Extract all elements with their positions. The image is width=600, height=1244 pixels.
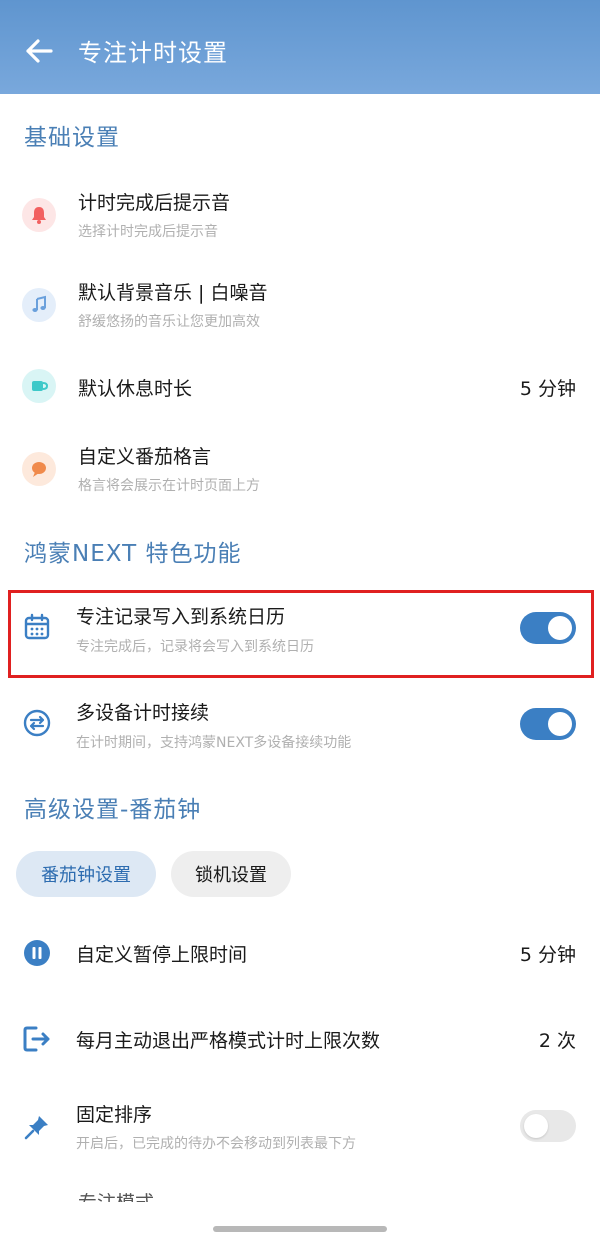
coffee-cup-icon xyxy=(22,369,56,403)
bell-icon xyxy=(22,198,56,232)
toggle-knob xyxy=(548,712,572,736)
exit-icon xyxy=(22,1024,52,1054)
back-arrow-icon xyxy=(26,39,53,63)
setting-item-background-music[interactable]: 默认背景音乐 | 白噪音 舒缓悠扬的音乐让您更加高效 xyxy=(0,266,600,346)
setting-item-exit-strict-limit[interactable]: 每月主动退出严格模式计时上限次数 2 次 xyxy=(0,1008,600,1070)
setting-item-fixed-sort[interactable]: 固定排序 开启后，已完成的待办不会移动到列表最下方 xyxy=(0,1090,600,1170)
multi-device-toggle[interactable] xyxy=(520,708,576,740)
calendar-sync-toggle[interactable] xyxy=(520,612,576,644)
setting-title: 多设备计时接续 xyxy=(76,702,210,724)
section-title-harmony: 鸿蒙NEXT 特色功能 xyxy=(24,541,242,567)
setting-subtitle: 专注完成后，记录将会写入到系统日历 xyxy=(76,639,314,655)
setting-title: 自定义番茄格言 xyxy=(78,446,212,468)
setting-item-multi-device[interactable]: 多设备计时接续 在计时期间，支持鸿蒙NEXT多设备接续功能 xyxy=(0,690,600,770)
setting-subtitle: 选择计时完成后提示音 xyxy=(78,224,218,240)
setting-title: 计时完成后提示音 xyxy=(78,192,231,214)
section-title-basic: 基础设置 xyxy=(24,125,120,151)
home-indicator[interactable] xyxy=(213,1226,387,1232)
setting-value: 5 分钟 xyxy=(519,944,576,966)
setting-item-rest-duration[interactable]: 默认休息时长 5 分钟 xyxy=(0,356,600,416)
setting-title: 每月主动退出严格模式计时上限次数 xyxy=(76,1030,381,1052)
app-header: 专注计时设置 xyxy=(0,0,600,94)
music-note-icon xyxy=(22,288,56,322)
setting-title: 专注记录写入到系统日历 xyxy=(76,606,286,628)
pause-icon xyxy=(22,938,52,968)
setting-title: 默认休息时长 xyxy=(78,378,193,400)
sync-arrows-icon xyxy=(22,708,52,738)
setting-item-calendar-sync[interactable]: 专注记录写入到系统日历 专注完成后，记录将会写入到系统日历 xyxy=(0,594,600,674)
setting-title: 自定义暂停上限时间 xyxy=(76,944,248,966)
toggle-knob xyxy=(548,616,572,640)
tab-pomodoro-settings[interactable]: 番茄钟设置 xyxy=(16,851,156,897)
page-title: 专注计时设置 xyxy=(78,39,228,67)
setting-value: 5 分钟 xyxy=(519,378,576,400)
back-button[interactable] xyxy=(22,34,56,68)
setting-subtitle: 格言将会展示在计时页面上方 xyxy=(78,478,260,494)
setting-subtitle: 在计时期间，支持鸿蒙NEXT多设备接续功能 xyxy=(76,735,352,751)
partial-setting-title: 专注模式 xyxy=(78,1188,154,1202)
pin-icon xyxy=(22,1112,52,1142)
setting-title: 默认背景音乐 | 白噪音 xyxy=(78,282,268,304)
toggle-knob xyxy=(524,1114,548,1138)
setting-subtitle: 开启后，已完成的待办不会移动到列表最下方 xyxy=(76,1136,356,1152)
setting-item-completion-sound[interactable]: 计时完成后提示音 选择计时完成后提示音 xyxy=(0,176,600,256)
setting-item-custom-motto[interactable]: 自定义番茄格言 格言将会展示在计时页面上方 xyxy=(0,430,600,510)
speech-bubble-icon xyxy=(22,452,56,486)
section-title-advanced: 高级设置-番茄钟 xyxy=(24,797,202,823)
setting-value: 2 次 xyxy=(538,1030,576,1052)
fixed-sort-toggle[interactable] xyxy=(520,1110,576,1142)
tab-lock-settings[interactable]: 锁机设置 xyxy=(171,851,291,897)
setting-title: 固定排序 xyxy=(76,1104,153,1126)
setting-item-pause-limit[interactable]: 自定义暂停上限时间 5 分钟 xyxy=(0,922,600,984)
calendar-icon xyxy=(22,612,52,642)
setting-subtitle: 舒缓悠扬的音乐让您更加高效 xyxy=(78,314,260,330)
